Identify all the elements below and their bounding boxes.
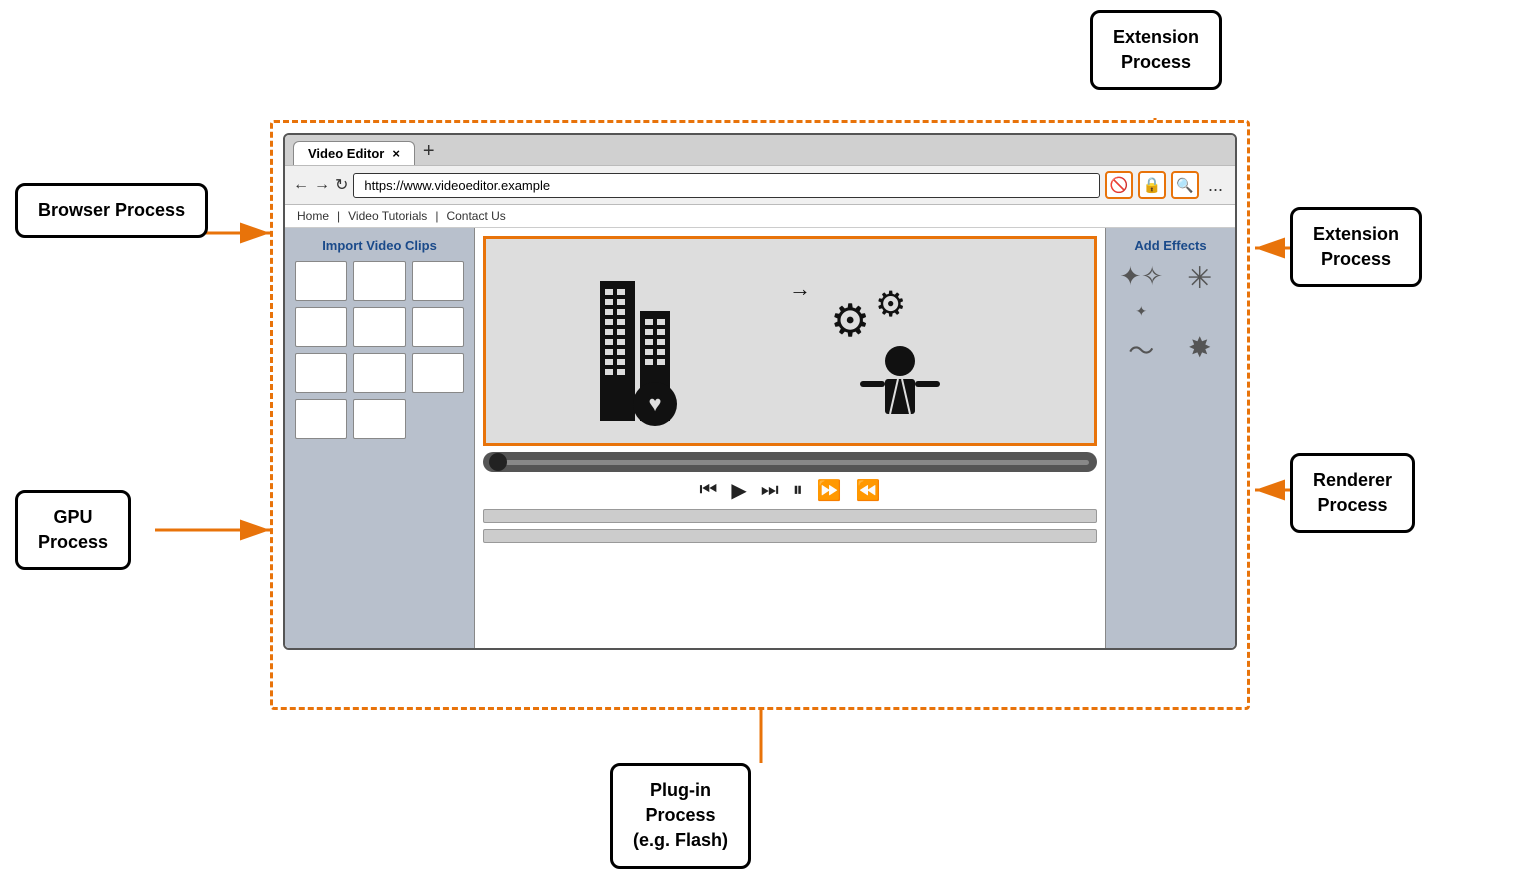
skip-back-button[interactable]: ⏮ [699, 479, 717, 502]
playback-controls: ⏮ ▶ ⏭ ⏸ ⏩ ⏪ [483, 478, 1097, 503]
extension-icon-2[interactable]: 🔒 [1138, 171, 1166, 199]
clip-grid [295, 261, 464, 439]
extension-process-right-box: ExtensionProcess [1290, 207, 1422, 287]
left-panel-title: Import Video Clips [295, 238, 464, 253]
tab-title: Video Editor [308, 146, 384, 161]
effect-firework-icon[interactable]: ✸ [1175, 331, 1226, 368]
effect-burst-icon[interactable]: ✳ [1175, 261, 1226, 323]
play-button[interactable]: ▶ [731, 478, 746, 503]
svg-text:♥: ♥ [648, 391, 661, 416]
clip-thumb[interactable] [353, 399, 405, 439]
svg-text:⚙: ⚙ [830, 295, 870, 346]
timeline-bar-2 [483, 529, 1097, 543]
extension-icon-3[interactable]: 🔍 [1171, 171, 1199, 199]
svg-text:⚙: ⚙ [875, 285, 906, 324]
plugin-process-box: Plug-inProcess(e.g. Flash) [610, 763, 751, 869]
main-content-layout: Import Video Clips [285, 228, 1235, 648]
tab-bar: Video Editor × + [285, 135, 1235, 165]
forward-button[interactable]: → [314, 176, 330, 194]
browser-process-box: Browser Process [15, 183, 208, 238]
extension-icon-1[interactable]: 🚫 [1105, 171, 1133, 199]
tab-close-icon[interactable]: × [392, 146, 400, 161]
active-tab[interactable]: Video Editor × [293, 141, 415, 165]
effect-sparkles-icon[interactable]: ✦✧✦ [1116, 261, 1167, 323]
right-panel-title: Add Effects [1116, 238, 1225, 253]
progress-bar[interactable] [483, 452, 1097, 472]
progress-track [505, 460, 1089, 465]
video-illustration: ♥ → ⚙ ⚙ [580, 241, 1000, 441]
fast-forward-button[interactable]: ⏩ [817, 478, 842, 503]
address-bar-row: ← → ↻ 🚫 🔒 🔍 ... [285, 165, 1235, 205]
right-panel: Add Effects ✦✧✦ ✳ 〜 ✸ [1105, 228, 1235, 648]
renderer-process-box: RendererProcess [1290, 453, 1415, 533]
video-player: ♥ → ⚙ ⚙ [483, 236, 1097, 446]
left-panel: Import Video Clips [285, 228, 475, 648]
effect-smoke-icon[interactable]: 〜 [1116, 331, 1167, 368]
skip-forward-button[interactable]: ⏭ [761, 479, 779, 502]
clip-thumb[interactable] [412, 353, 464, 393]
clip-thumb[interactable] [295, 399, 347, 439]
effects-grid: ✦✧✦ ✳ 〜 ✸ [1116, 261, 1225, 368]
clip-thumb[interactable] [295, 353, 347, 393]
browser-window-outer: Video Editor × + ← → ↻ 🚫 🔒 🔍 ... [270, 120, 1250, 710]
browser-chrome: Video Editor × + ← → ↻ 🚫 🔒 🔍 ... [283, 133, 1237, 650]
nav-home[interactable]: Home [297, 209, 329, 223]
clip-thumb[interactable] [295, 307, 347, 347]
pause-button[interactable]: ⏸ [793, 479, 803, 502]
back-button[interactable]: ← [293, 176, 309, 194]
rewind-button[interactable]: ⏪ [856, 478, 881, 503]
clip-thumb[interactable] [353, 307, 405, 347]
nav-tutorials[interactable]: Video Tutorials [348, 209, 427, 223]
progress-handle[interactable] [489, 453, 507, 471]
more-button[interactable]: ... [1204, 175, 1227, 196]
center-panel: ♥ → ⚙ ⚙ [475, 228, 1105, 648]
clip-thumb[interactable] [412, 261, 464, 301]
site-nav: Home | Video Tutorials | Contact Us [285, 205, 1235, 228]
extension-process-top-box: ExtensionProcess [1090, 10, 1222, 90]
refresh-button[interactable]: ↻ [335, 175, 348, 195]
nav-contact[interactable]: Contact Us [446, 209, 505, 223]
clip-thumb[interactable] [295, 261, 347, 301]
gpu-process-box: GPUProcess [15, 490, 131, 570]
site-content: Home | Video Tutorials | Contact Us Impo… [285, 205, 1235, 648]
clip-thumb[interactable] [353, 353, 405, 393]
new-tab-button[interactable]: + [423, 140, 435, 165]
address-input[interactable] [353, 173, 1100, 198]
svg-text:→: → [789, 276, 811, 301]
clip-thumb[interactable] [353, 261, 405, 301]
clip-thumb[interactable] [412, 307, 464, 347]
timeline-bar-1 [483, 509, 1097, 523]
